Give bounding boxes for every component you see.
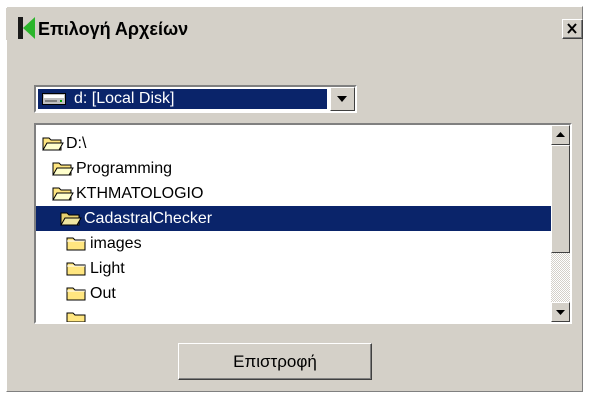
hard-drive-icon [42,93,66,105]
folder-closed-icon [66,262,86,276]
folder-open-icon [52,187,74,201]
tree-item-label: images [90,234,142,252]
close-button[interactable] [562,19,583,39]
tree-item-label: Out [90,284,116,302]
drive-dropdown-button[interactable] [330,87,355,111]
tree-item-label: KTHMATOLOGIO [76,184,204,202]
folder-open-icon [42,137,64,151]
folder-open-icon [52,162,74,176]
drive-select-label: d: [Local Disk] [74,90,175,107]
scroll-up-button[interactable] [551,125,570,145]
folder-tree[interactable]: D:\ Programming KTHMATOLOGIO CadastralCh… [34,123,572,324]
tree-item-light[interactable]: Light [66,256,125,281]
drive-select-value: d: [Local Disk] [38,89,327,109]
tree-item-label: CadastralChecker [84,209,213,227]
tree-item-cadastralchecker[interactable]: CadastralChecker [36,206,551,231]
tree-item-programming[interactable]: Programming [52,156,172,181]
arrow-down-icon [556,310,565,315]
tree-item-out[interactable]: Out [66,281,116,306]
return-button[interactable]: Επιστροφή [178,343,372,380]
tree-item-images[interactable]: images [66,231,142,256]
tree-item-kthmatologio[interactable]: KTHMATOLOGIO [52,181,203,206]
tree-scrollbar[interactable] [551,125,570,322]
title-bar: Επιλογή Αρχείων [6,8,583,40]
chevron-down-icon [337,96,347,102]
app-logo-icon [18,17,35,39]
folder-closed-icon [66,237,86,251]
tree-item-label: D:\ [66,134,87,152]
tree-item-root[interactable]: D:\ [42,131,86,156]
scroll-track[interactable] [551,253,570,302]
tree-item-label: Programming [76,159,173,177]
scroll-thumb[interactable] [551,145,570,253]
folder-open-icon [60,212,82,226]
dialog-title: Επιλογή Αρχείων [38,19,189,39]
arrow-up-icon [556,132,565,137]
close-icon [567,23,577,34]
scroll-down-button[interactable] [551,302,570,322]
tree-item-partial [66,309,86,322]
tree-item-label: Light [90,259,125,277]
folder-closed-icon [66,312,86,322]
folder-closed-icon [66,287,86,301]
drive-select[interactable]: d: [Local Disk] [34,85,357,113]
